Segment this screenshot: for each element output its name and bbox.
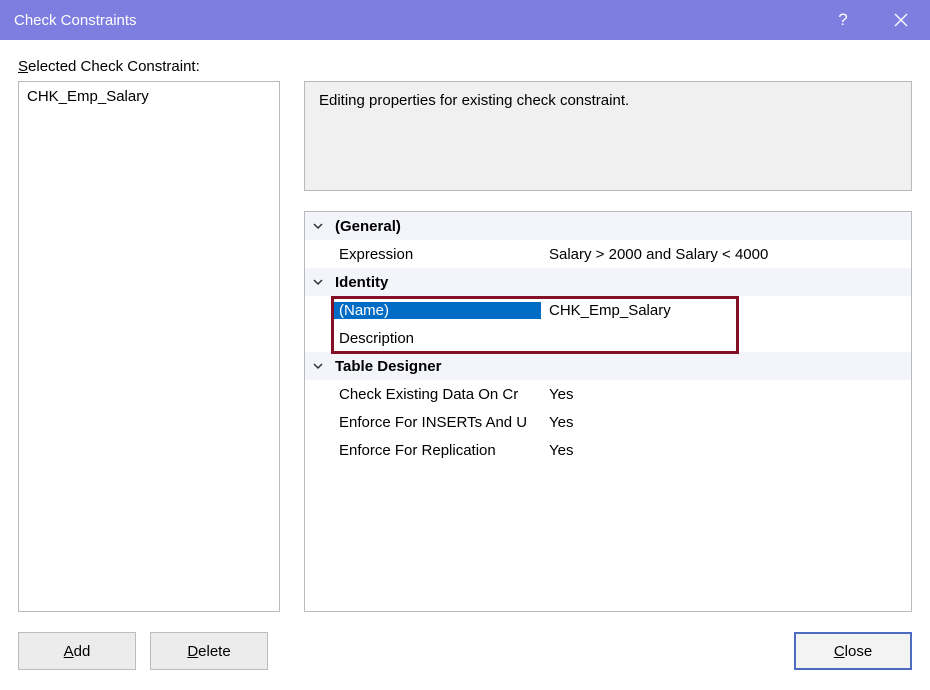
- property-label: (Name): [331, 302, 541, 319]
- property-value[interactable]: Yes: [541, 386, 911, 403]
- help-button[interactable]: ?: [814, 0, 872, 40]
- close-button[interactable]: Close: [794, 632, 912, 670]
- help-icon: ?: [838, 10, 847, 30]
- property-row[interactable]: Enforce For ReplicationYes: [305, 436, 911, 464]
- window-title: Check Constraints: [14, 12, 814, 29]
- property-value[interactable]: Yes: [541, 442, 911, 459]
- selected-constraint-label: Selected Check Constraint:: [18, 58, 912, 75]
- chevron-down-icon: [305, 361, 331, 371]
- close-window-button[interactable]: [872, 0, 930, 40]
- property-label: Enforce For INSERTs And U: [331, 414, 541, 431]
- property-value[interactable]: CHK_Emp_Salary: [541, 302, 911, 319]
- property-row[interactable]: Description: [305, 324, 911, 352]
- property-row[interactable]: Check Existing Data On CrYes: [305, 380, 911, 408]
- property-label: Enforce For Replication: [331, 442, 541, 459]
- property-category[interactable]: Identity: [305, 268, 911, 296]
- property-category[interactable]: Table Designer: [305, 352, 911, 380]
- add-button[interactable]: Add: [18, 632, 136, 670]
- titlebar: Check Constraints ?: [0, 0, 930, 40]
- description-panel: Editing properties for existing check co…: [304, 81, 912, 191]
- delete-button[interactable]: Delete: [150, 632, 268, 670]
- dialog-content: Selected Check Constraint: CHK_Emp_Salar…: [0, 40, 930, 690]
- property-label: Description: [331, 330, 541, 347]
- category-label: (General): [331, 218, 541, 235]
- property-grid[interactable]: (General) ExpressionSalary > 2000 and Sal…: [304, 211, 912, 612]
- property-value[interactable]: Yes: [541, 414, 911, 431]
- property-row[interactable]: ExpressionSalary > 2000 and Salary < 400…: [305, 240, 911, 268]
- property-label: Expression: [331, 246, 541, 263]
- description-text: Editing properties for existing check co…: [319, 92, 629, 109]
- property-value[interactable]: Salary > 2000 and Salary < 4000: [541, 246, 911, 263]
- list-item[interactable]: CHK_Emp_Salary: [27, 86, 271, 107]
- property-row[interactable]: (Name)CHK_Emp_Salary: [305, 296, 911, 324]
- property-row[interactable]: Enforce For INSERTs And UYes: [305, 408, 911, 436]
- category-label: Table Designer: [331, 358, 541, 375]
- property-label: Check Existing Data On Cr: [331, 386, 541, 403]
- chevron-down-icon: [305, 277, 331, 287]
- close-icon: [894, 13, 908, 27]
- property-category[interactable]: (General): [305, 212, 911, 240]
- category-label: Identity: [331, 274, 541, 291]
- chevron-down-icon: [305, 221, 331, 231]
- constraint-listbox[interactable]: CHK_Emp_Salary: [18, 81, 280, 612]
